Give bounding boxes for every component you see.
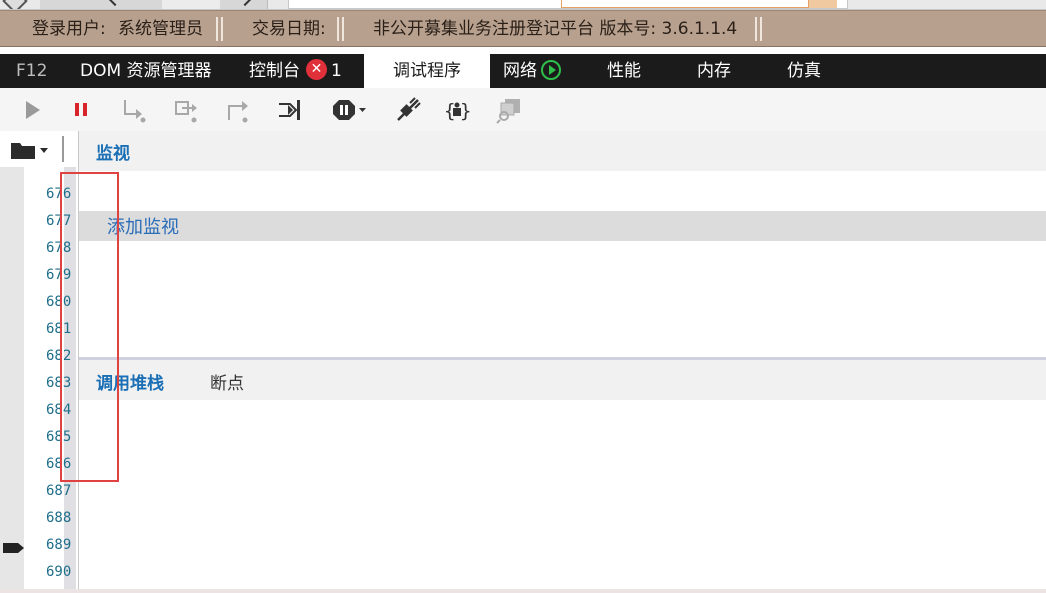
tab-network-label: 网络 bbox=[503, 61, 537, 81]
breakpoint-gutter[interactable] bbox=[0, 167, 24, 593]
browser-top-strip bbox=[0, 0, 1046, 10]
watch-title[interactable]: 监视 bbox=[96, 139, 130, 164]
tab-console-label: 控制台 bbox=[249, 61, 300, 81]
chevron-right-icon[interactable] bbox=[237, 0, 253, 7]
pretty-print-icon[interactable]: {} bbox=[443, 96, 471, 124]
step-into-icon[interactable] bbox=[119, 96, 147, 124]
devtools-tabbar: F12 DOM 资源管理器 控制台 ✕ 1 调试程序 网络 性能 内存 仿真 bbox=[0, 54, 1046, 88]
callstack-panel-header: 调用堆栈 断点 bbox=[79, 360, 1046, 400]
play-icon[interactable] bbox=[18, 96, 46, 124]
platform-version: 非公开募集业务注册登记平台 版本号: 3.6.1.1.4 bbox=[373, 19, 738, 39]
top-select-dropdown[interactable] bbox=[809, 0, 837, 8]
devtools-screenshot: 登录用户: 系统管理员 交易日期: 非公开募集业务注册登记平台 版本号: 3.6… bbox=[0, 0, 1046, 593]
pause-icon[interactable] bbox=[68, 96, 96, 124]
console-error-count: 1 bbox=[331, 61, 342, 81]
disconnect-icon[interactable] bbox=[394, 96, 422, 124]
network-record-icon bbox=[541, 59, 561, 80]
app-header: 登录用户: 系统管理员 交易日期: 非公开募集业务注册登记平台 版本号: 3.6… bbox=[0, 10, 1046, 47]
line-number: 688 bbox=[46, 510, 72, 526]
nav-center bbox=[162, 0, 220, 9]
step-over-icon[interactable] bbox=[172, 96, 200, 124]
just-my-code-icon[interactable] bbox=[496, 96, 524, 124]
user-label: 登录用户: bbox=[32, 19, 106, 39]
exception-behavior-icon[interactable] bbox=[330, 96, 368, 124]
chevron-left-icon[interactable] bbox=[107, 0, 123, 7]
tab-memory[interactable]: 内存 bbox=[697, 54, 731, 88]
tab-performance[interactable]: 性能 bbox=[607, 54, 641, 88]
f12-label: F12 bbox=[16, 61, 48, 81]
tab-debugger[interactable]: 调试程序 bbox=[364, 54, 490, 88]
svg-text:}: } bbox=[460, 100, 471, 122]
debugger-toolbar: {} bbox=[0, 88, 1046, 131]
bottom-edge bbox=[0, 589, 1046, 593]
error-icon: ✕ bbox=[306, 59, 327, 80]
top-form-strip bbox=[288, 0, 848, 9]
break-on-new-worker-icon[interactable] bbox=[276, 96, 304, 124]
trade-date-label: 交易日期: bbox=[252, 19, 326, 39]
top-select[interactable] bbox=[561, 0, 809, 8]
tab-breakpoints[interactable]: 断点 bbox=[210, 369, 244, 394]
step-out-icon[interactable] bbox=[223, 96, 251, 124]
user-name: 系统管理员 bbox=[118, 19, 203, 39]
highlight-box bbox=[60, 172, 119, 482]
tab-dom-explorer[interactable]: DOM 资源管理器 bbox=[80, 54, 212, 88]
tab-network[interactable]: 网络 bbox=[503, 54, 561, 88]
nav-arrows bbox=[40, 0, 268, 9]
debugger-side-panels: 监视 添加监视 调用堆栈 断点 bbox=[78, 131, 1046, 593]
header-separator bbox=[216, 17, 223, 41]
line-number: 687 bbox=[46, 483, 72, 499]
header-separator bbox=[337, 17, 344, 41]
open-document-button[interactable] bbox=[8, 137, 52, 163]
watch-panel-header: 监视 bbox=[79, 131, 1046, 171]
app-logo-icon bbox=[2, 0, 28, 9]
add-watch-row[interactable]: 添加监视 bbox=[79, 211, 1046, 241]
current-statement-arrow-icon bbox=[3, 539, 25, 553]
tab-emulation[interactable]: 仿真 bbox=[787, 54, 821, 88]
header-separator bbox=[755, 17, 762, 41]
line-number: 689 bbox=[46, 537, 72, 553]
line-number: 690 bbox=[46, 564, 72, 580]
pane-splitter[interactable] bbox=[62, 136, 64, 162]
tab-console[interactable]: 控制台 ✕ 1 bbox=[249, 54, 342, 88]
